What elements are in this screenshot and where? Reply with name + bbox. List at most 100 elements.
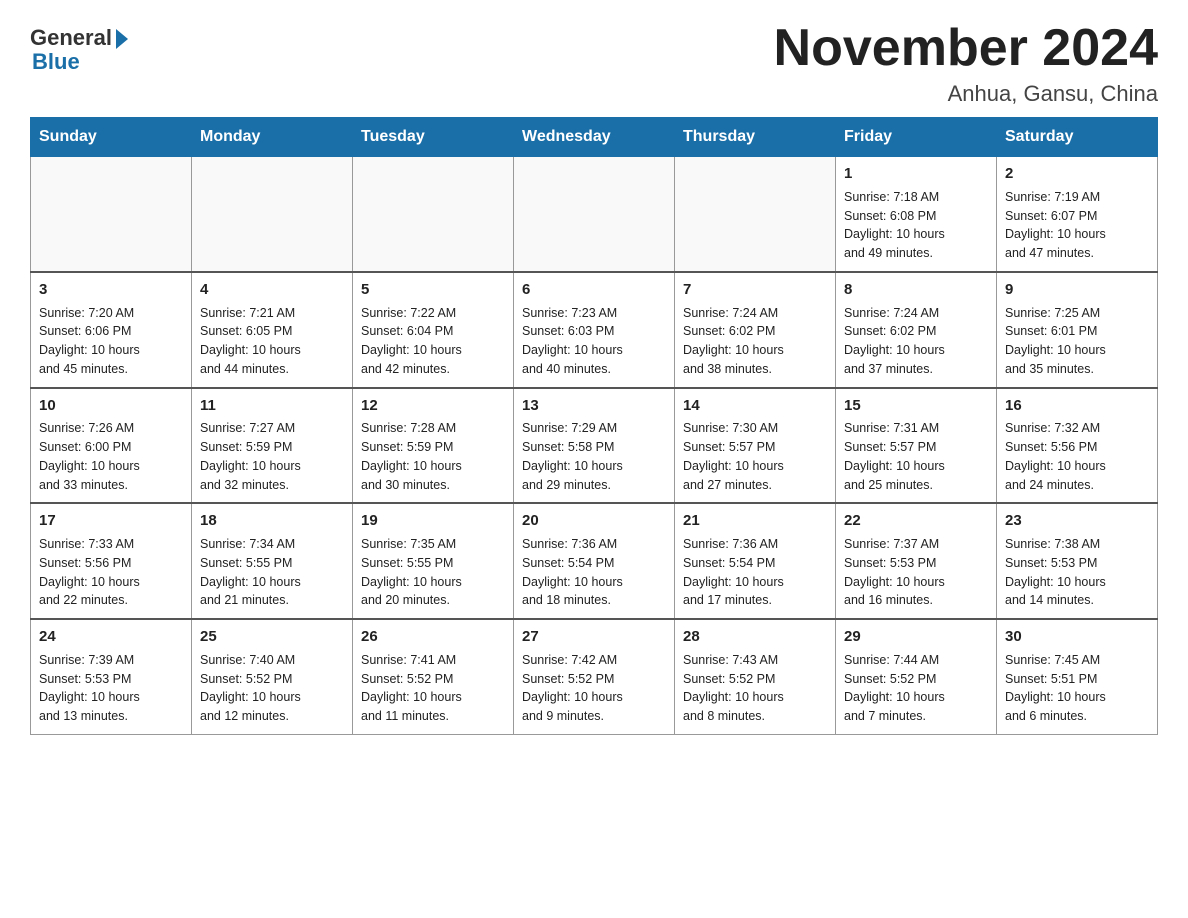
weekday-header-friday: Friday: [836, 118, 997, 157]
logo: General Blue: [30, 25, 128, 75]
calendar-cell: 24Sunrise: 7:39 AMSunset: 5:53 PMDayligh…: [31, 619, 192, 734]
day-info: Sunrise: 7:43 AMSunset: 5:52 PMDaylight:…: [683, 651, 827, 726]
day-info: Sunrise: 7:26 AMSunset: 6:00 PMDaylight:…: [39, 419, 183, 494]
day-info: Sunrise: 7:40 AMSunset: 5:52 PMDaylight:…: [200, 651, 344, 726]
calendar-cell: 26Sunrise: 7:41 AMSunset: 5:52 PMDayligh…: [353, 619, 514, 734]
calendar-cell: 25 Sunrise: 7:40 AMSunset: 5:52 PMDayligh…: [192, 619, 353, 734]
day-info: Sunrise: 7:45 AMSunset: 5:51 PMDaylight:…: [1005, 651, 1149, 726]
title-block: November 2024 Anhua, Gansu, China: [774, 20, 1158, 107]
calendar-cell: 14Sunrise: 7:30 AMSunset: 5:57 PMDayligh…: [675, 388, 836, 504]
day-number: 10: [39, 395, 183, 417]
logo-blue-text: Blue: [32, 49, 80, 75]
calendar-week-row: 24Sunrise: 7:39 AMSunset: 5:53 PMDayligh…: [31, 619, 1158, 734]
day-info: Sunrise: 7:42 AMSunset: 5:52 PMDaylight:…: [522, 651, 666, 726]
calendar-cell: 27 Sunrise: 7:42 AMSunset: 5:52 PMDayligh…: [514, 619, 675, 734]
calendar-cell: 3 Sunrise: 7:20 AMSunset: 6:06 PMDaylight…: [31, 272, 192, 388]
weekday-header-monday: Monday: [192, 118, 353, 157]
calendar-cell: [31, 157, 192, 272]
day-info: Sunrise: 7:27 AMSunset: 5:59 PMDaylight:…: [200, 419, 344, 494]
calendar-cell: 11Sunrise: 7:27 AMSunset: 5:59 PMDayligh…: [192, 388, 353, 504]
day-number: 7: [683, 279, 827, 301]
weekday-header-wednesday: Wednesday: [514, 118, 675, 157]
day-number: 5: [361, 279, 505, 301]
day-number: 18: [200, 510, 344, 532]
day-number: 14: [683, 395, 827, 417]
day-number: 3: [39, 279, 183, 301]
day-info: Sunrise: 7:18 AMSunset: 6:08 PMDaylight:…: [844, 188, 988, 263]
day-info: Sunrise: 7:23 AMSunset: 6:03 PMDaylight:…: [522, 304, 666, 379]
calendar-cell: [675, 157, 836, 272]
calendar-cell: 1Sunrise: 7:18 AMSunset: 6:08 PMDaylight…: [836, 157, 997, 272]
calendar-cell: 2Sunrise: 7:19 AMSunset: 6:07 PMDaylight…: [997, 157, 1158, 272]
day-info: Sunrise: 7:29 AMSunset: 5:58 PMDaylight:…: [522, 419, 666, 494]
day-info: Sunrise: 7:31 AMSunset: 5:57 PMDaylight:…: [844, 419, 988, 494]
calendar-cell: 18 Sunrise: 7:34 AMSunset: 5:55 PMDayligh…: [192, 503, 353, 619]
day-number: 8: [844, 279, 988, 301]
day-info: Sunrise: 7:34 AMSunset: 5:55 PMDaylight:…: [200, 535, 344, 610]
day-info: Sunrise: 7:33 AMSunset: 5:56 PMDaylight:…: [39, 535, 183, 610]
day-number: 28: [683, 626, 827, 648]
day-info: Sunrise: 7:24 AMSunset: 6:02 PMDaylight:…: [844, 304, 988, 379]
day-number: 12: [361, 395, 505, 417]
day-number: 19: [361, 510, 505, 532]
day-number: 20: [522, 510, 666, 532]
calendar-cell: [514, 157, 675, 272]
calendar-cell: 8 Sunrise: 7:24 AMSunset: 6:02 PMDaylight…: [836, 272, 997, 388]
day-number: 11: [200, 395, 344, 417]
day-number: 16: [1005, 395, 1149, 417]
day-info: Sunrise: 7:20 AMSunset: 6:06 PMDaylight:…: [39, 304, 183, 379]
day-number: 27: [522, 626, 666, 648]
day-number: 15: [844, 395, 988, 417]
day-number: 23: [1005, 510, 1149, 532]
day-number: 25: [200, 626, 344, 648]
weekday-header-thursday: Thursday: [675, 118, 836, 157]
day-info: Sunrise: 7:44 AMSunset: 5:52 PMDaylight:…: [844, 651, 988, 726]
day-number: 13: [522, 395, 666, 417]
calendar-cell: 10Sunrise: 7:26 AMSunset: 6:00 PMDayligh…: [31, 388, 192, 504]
day-info: Sunrise: 7:21 AMSunset: 6:05 PMDaylight:…: [200, 304, 344, 379]
day-number: 9: [1005, 279, 1149, 301]
calendar-week-row: 3 Sunrise: 7:20 AMSunset: 6:06 PMDaylight…: [31, 272, 1158, 388]
calendar-cell: 13Sunrise: 7:29 AMSunset: 5:58 PMDayligh…: [514, 388, 675, 504]
day-info: Sunrise: 7:36 AMSunset: 5:54 PMDaylight:…: [522, 535, 666, 610]
month-title: November 2024: [774, 20, 1158, 77]
calendar-cell: 15Sunrise: 7:31 AMSunset: 5:57 PMDayligh…: [836, 388, 997, 504]
day-info: Sunrise: 7:38 AMSunset: 5:53 PMDaylight:…: [1005, 535, 1149, 610]
calendar-table: SundayMondayTuesdayWednesdayThursdayFrid…: [30, 117, 1158, 735]
logo-arrow-icon: [116, 29, 128, 49]
day-number: 6: [522, 279, 666, 301]
calendar-cell: 30Sunrise: 7:45 AMSunset: 5:51 PMDayligh…: [997, 619, 1158, 734]
calendar-week-row: 10Sunrise: 7:26 AMSunset: 6:00 PMDayligh…: [31, 388, 1158, 504]
location-text: Anhua, Gansu, China: [774, 81, 1158, 107]
weekday-header-saturday: Saturday: [997, 118, 1158, 157]
day-info: Sunrise: 7:28 AMSunset: 5:59 PMDaylight:…: [361, 419, 505, 494]
day-number: 26: [361, 626, 505, 648]
day-info: Sunrise: 7:19 AMSunset: 6:07 PMDaylight:…: [1005, 188, 1149, 263]
calendar-cell: 21 Sunrise: 7:36 AMSunset: 5:54 PMDayligh…: [675, 503, 836, 619]
weekday-header-row: SundayMondayTuesdayWednesdayThursdayFrid…: [31, 118, 1158, 157]
calendar-week-row: 1Sunrise: 7:18 AMSunset: 6:08 PMDaylight…: [31, 157, 1158, 272]
calendar-cell: 22Sunrise: 7:37 AMSunset: 5:53 PMDayligh…: [836, 503, 997, 619]
day-info: Sunrise: 7:25 AMSunset: 6:01 PMDaylight:…: [1005, 304, 1149, 379]
day-info: Sunrise: 7:36 AMSunset: 5:54 PMDaylight:…: [683, 535, 827, 610]
day-number: 4: [200, 279, 344, 301]
page-header: General Blue November 2024 Anhua, Gansu,…: [30, 20, 1158, 107]
day-info: Sunrise: 7:39 AMSunset: 5:53 PMDaylight:…: [39, 651, 183, 726]
day-info: Sunrise: 7:32 AMSunset: 5:56 PMDaylight:…: [1005, 419, 1149, 494]
calendar-cell: [192, 157, 353, 272]
day-number: 21: [683, 510, 827, 532]
logo-general-text: General: [30, 25, 112, 51]
calendar-cell: 7 Sunrise: 7:24 AMSunset: 6:02 PMDaylight…: [675, 272, 836, 388]
day-number: 22: [844, 510, 988, 532]
weekday-header-tuesday: Tuesday: [353, 118, 514, 157]
day-info: Sunrise: 7:30 AMSunset: 5:57 PMDaylight:…: [683, 419, 827, 494]
calendar-cell: 28 Sunrise: 7:43 AMSunset: 5:52 PMDayligh…: [675, 619, 836, 734]
calendar-cell: 4 Sunrise: 7:21 AMSunset: 6:05 PMDaylight…: [192, 272, 353, 388]
weekday-header-sunday: Sunday: [31, 118, 192, 157]
calendar-cell: 23 Sunrise: 7:38 AMSunset: 5:53 PMDayligh…: [997, 503, 1158, 619]
day-info: Sunrise: 7:35 AMSunset: 5:55 PMDaylight:…: [361, 535, 505, 610]
calendar-cell: 16Sunrise: 7:32 AMSunset: 5:56 PMDayligh…: [997, 388, 1158, 504]
day-number: 17: [39, 510, 183, 532]
calendar-cell: 19 Sunrise: 7:35 AMSunset: 5:55 PMDayligh…: [353, 503, 514, 619]
day-info: Sunrise: 7:24 AMSunset: 6:02 PMDaylight:…: [683, 304, 827, 379]
